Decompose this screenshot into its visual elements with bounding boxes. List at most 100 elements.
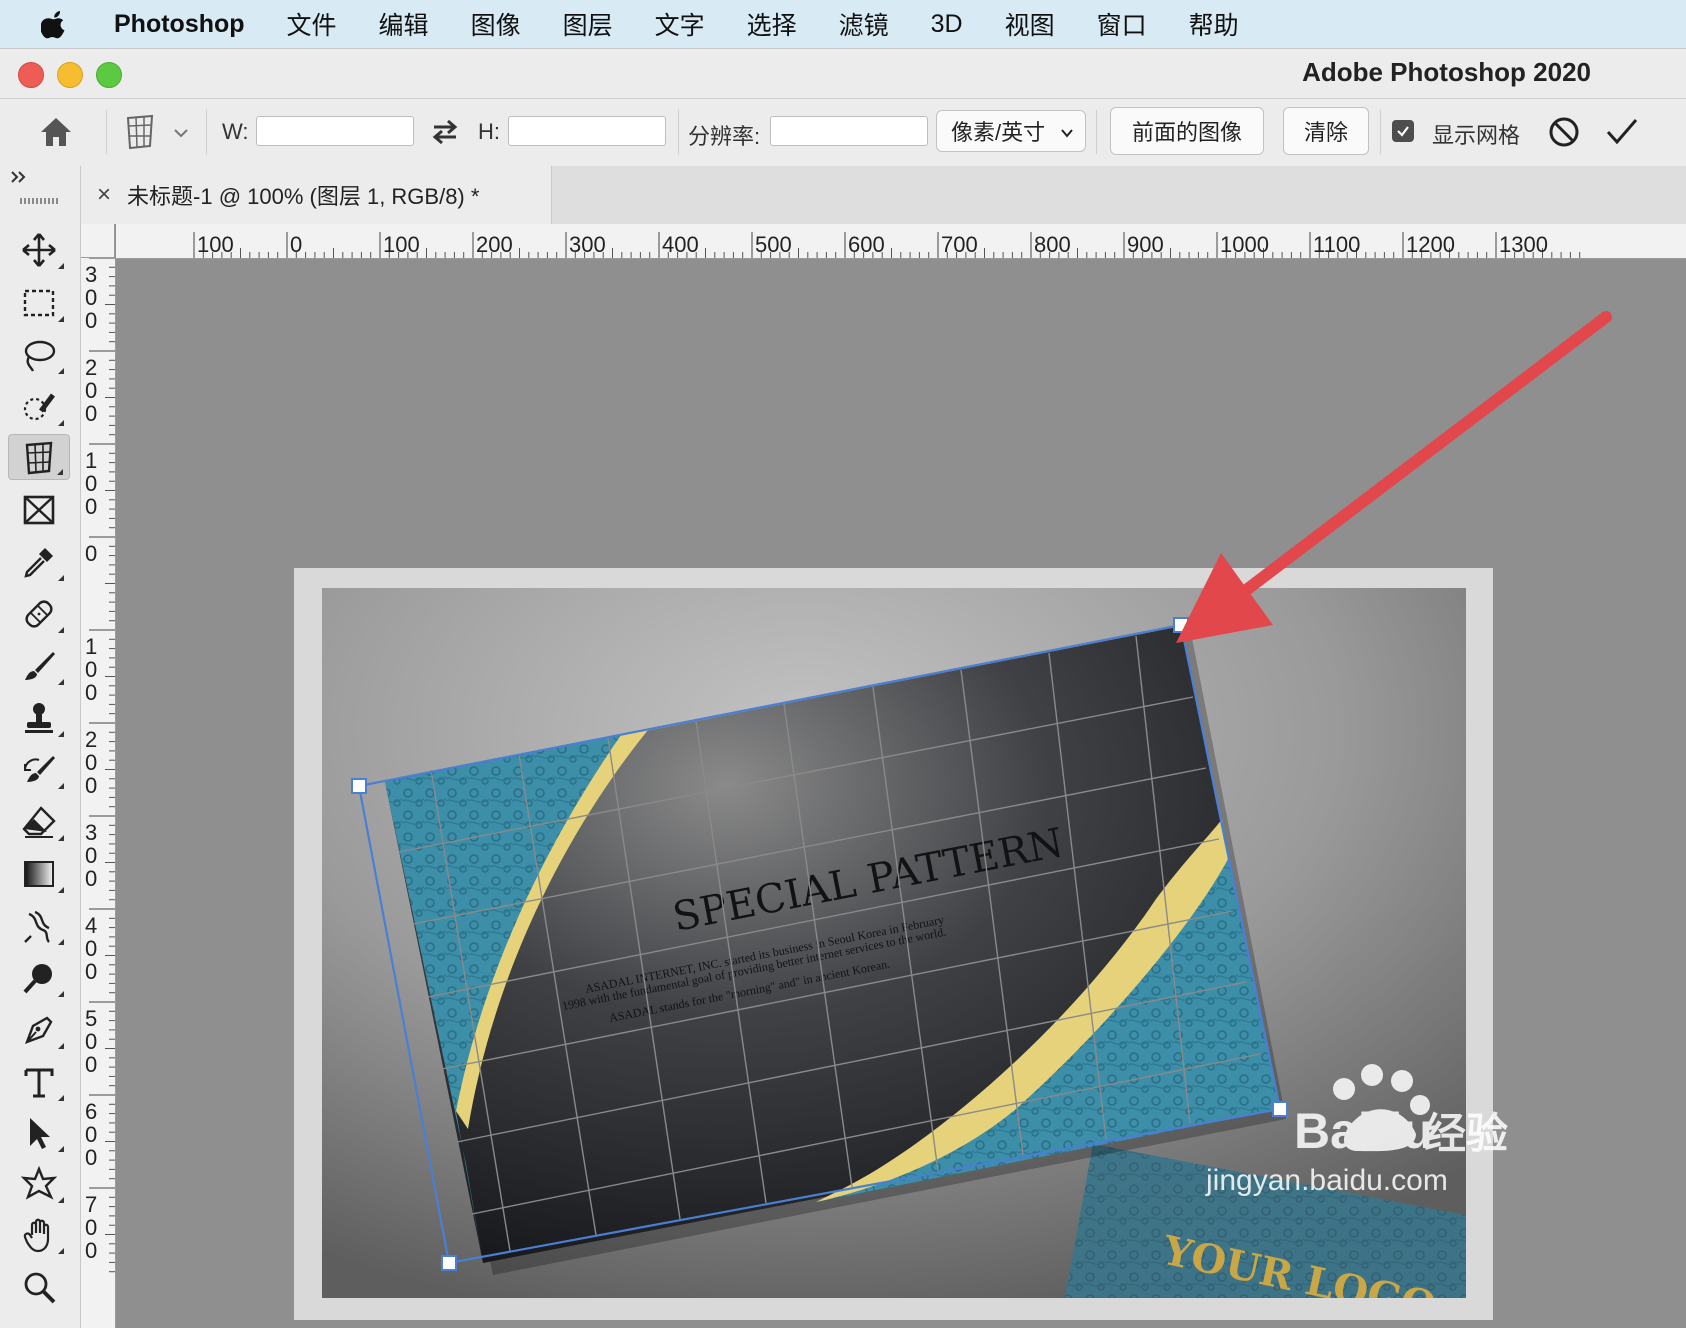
zoom-tool[interactable] [8,1264,70,1310]
ruler-v-label-digit: 0 [85,866,97,891]
watermark-url: jingyan.baidu.com [1205,1164,1448,1197]
ruler-v-label-digit: 1 [85,448,97,473]
blur-tool[interactable] [8,903,70,949]
expand-panel-icon[interactable] [10,170,30,189]
ruler-v-label-digit: 0 [85,471,97,496]
perspective-crop-tool[interactable] [8,434,70,480]
width-input[interactable] [256,116,414,146]
height-input[interactable] [508,116,666,146]
front-image-button[interactable]: 前面的图像 [1110,107,1264,155]
zoom-window-button[interactable] [96,62,122,88]
vertical-ruler[interactable]: 3002001000100200300400500600700 [81,258,116,1328]
ruler-h-label: 1100 [1313,232,1360,257]
ruler-v-label-digit: 3 [85,820,97,845]
ruler-h-label: 700 [941,232,978,257]
clear-button[interactable]: 清除 [1283,107,1369,155]
ruler-v-label-digit: 0 [85,1215,97,1240]
canvas-area[interactable]: YOUR LOGO SPECIAL PATTERN ASADAL INTERNE… [116,259,1686,1328]
history-brush-tool[interactable] [8,747,70,793]
ruler-v-label-digit: 0 [85,750,97,775]
resolution-unit-value: 像素/英寸 [951,120,1046,145]
crop-handle-top-left[interactable] [351,778,367,794]
ruler-h-label: 400 [662,232,699,257]
ruler-v-label-digit: 7 [85,1192,97,1217]
menu-type[interactable]: 文字 [655,6,705,42]
cancel-transform-icon[interactable] [1544,112,1584,152]
clone-stamp-tool[interactable] [8,695,70,741]
ruler-h-label: 1300 [1499,232,1548,257]
eraser-tool[interactable] [8,799,70,845]
menu-view[interactable]: 视图 [1005,6,1055,42]
swap-dimensions-icon[interactable] [428,114,462,150]
move-tool[interactable] [8,227,70,273]
rectangular-marquee-tool[interactable] [8,280,70,326]
lasso-tool[interactable] [8,332,70,378]
horizontal-ruler[interactable]: 100 0 100 200 300 400 500 600 700 800 900 1000 1100 1… [116,224,1686,259]
show-grid-label: 显示网格 [1432,123,1521,148]
crop-handle-bottom-left[interactable] [441,1255,457,1271]
path-selection-tool[interactable] [8,1110,70,1156]
commit-transform-icon[interactable] [1600,112,1644,152]
menu-help[interactable]: 帮助 [1189,6,1239,42]
ruler-h-label: 1200 [1406,232,1455,257]
crop-handle-bottom-right[interactable] [1272,1101,1288,1117]
dodge-tool[interactable] [8,955,70,1001]
ruler-v-label-digit: 0 [85,680,97,705]
ruler-v-label-digit: 0 [85,1052,97,1077]
frame-tool[interactable] [8,487,70,533]
gradient-tool[interactable] [8,851,70,897]
type-tool[interactable] [8,1059,70,1105]
menu-file[interactable]: 文件 [287,6,337,42]
menu-layer[interactable]: 图层 [563,6,613,42]
document-tab[interactable]: × 未标题-1 @ 100% (图层 1, RGB/8) * [81,166,552,224]
ruler-v-label-digit: 0 [85,308,97,333]
minimize-window-button[interactable] [57,62,83,88]
height-label: H: [478,119,500,144]
ruler-v-label-digit: 5 [85,1006,97,1031]
ruler-v-label-digit: 0 [85,959,97,984]
eyedropper-tool[interactable] [8,539,70,585]
menu-photoshop[interactable]: Photoshop [114,10,245,39]
ruler-h-label: 200 [476,232,513,257]
ruler-h-label: 100 [383,232,420,257]
watermark-brand: Baidu [1294,1103,1433,1159]
menu-image[interactable]: 图像 [471,6,521,42]
menu-window[interactable]: 窗口 [1097,6,1147,42]
hand-tool[interactable] [8,1212,70,1258]
ruler-h-label: 100 [197,232,234,257]
brush-tool[interactable] [8,643,70,689]
document-tab-bar: × 未标题-1 @ 100% (图层 1, RGB/8) * [81,166,1686,224]
custom-shape-tool[interactable] [8,1161,70,1207]
close-window-button[interactable] [18,62,44,88]
resolution-unit-select[interactable]: 像素/英寸 [936,110,1086,152]
resolution-input[interactable] [770,116,928,146]
ruler-v-label-digit: 2 [85,355,97,380]
window-titlebar: Adobe Photoshop 2020 [0,48,1686,99]
show-grid-checkbox[interactable] [1392,120,1414,142]
ruler-v-label-digit: 0 [85,494,97,519]
spot-healing-tool[interactable] [8,591,70,637]
ruler-h-label: 0 [290,232,302,257]
ruler-v-label-digit: 6 [85,1099,97,1124]
ruler-v-label-digit: 0 [85,1238,97,1263]
ruler-origin[interactable] [81,224,115,258]
ruler-v-label-digit: 0 [85,1029,97,1054]
ruler-v-label-digit: 0 [85,285,97,310]
window-title: Adobe Photoshop 2020 [1302,57,1591,87]
perspective-crop-preset-icon[interactable] [118,108,194,156]
ruler-h-label: 900 [1127,232,1164,257]
menu-3d[interactable]: 3D [931,10,963,39]
menu-select[interactable]: 选择 [747,6,797,42]
ruler-h-label: 600 [848,232,885,257]
ruler-v-label-digit: 4 [85,913,97,938]
panel-grip[interactable] [20,198,60,204]
apple-menu-icon[interactable] [0,8,110,40]
home-icon[interactable] [30,108,82,156]
menu-edit[interactable]: 编辑 [379,6,429,42]
menu-filter[interactable]: 滤镜 [839,6,889,42]
close-tab-icon[interactable]: × [97,181,111,209]
ruler-v-label-digit: 3 [85,262,97,287]
pen-tool[interactable] [8,1007,70,1053]
quick-selection-tool[interactable] [8,384,70,430]
width-label: W: [222,119,249,144]
